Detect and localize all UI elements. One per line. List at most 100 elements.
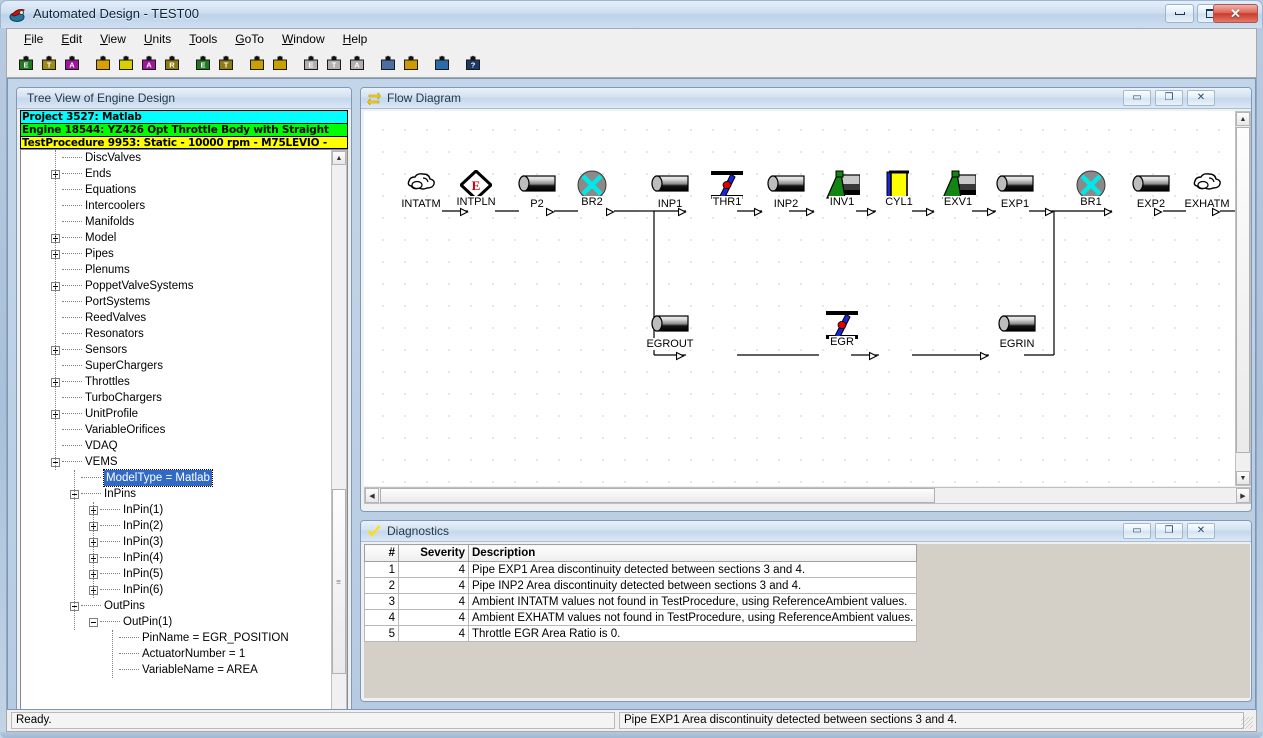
menu-item-units[interactable]: Units [135,30,180,48]
design-wizard-icon[interactable] [400,52,422,74]
diagnostics-table[interactable]: # Severity Description 1 4 Pipe EXP1 Area di… [364,544,918,642]
flow-scroll-right-button[interactable]: ▶ [1236,488,1250,503]
tree-node-poppetvalvesystems[interactable]: PoppetValveSystems [21,278,329,294]
tree-node-inpin-6-[interactable]: InPin(6) [21,582,329,598]
save-test-icon[interactable]: T [323,52,345,74]
flow-diagram-icon[interactable] [377,52,399,74]
flow-node-inp1[interactable]: INP1 [650,172,690,210]
flow-node-exv1[interactable]: EXV1 [940,170,977,208]
window-resize-grip[interactable] [1241,717,1253,729]
tree-node-inpin-1-[interactable]: InPin(1) [21,502,329,518]
run-batch-icon[interactable] [115,52,137,74]
flow-node-egrout[interactable]: EGROUT [645,312,695,350]
minimize-button[interactable] [1165,4,1194,23]
tree-scroll-thumb[interactable]: ≡ [332,489,346,674]
diagnostics-col-severity[interactable]: Severity [398,544,469,562]
menu-item-help[interactable]: Help [334,30,377,48]
flow-node-cyl1[interactable]: CYL1 [884,170,914,208]
open-analysis-icon[interactable]: A [61,52,83,74]
tree-node-variableorifices[interactable]: VariableOrifices [21,422,329,438]
flow-maximize-button[interactable]: ❐ [1155,90,1183,106]
analysis-results-icon[interactable]: A [138,52,160,74]
flow-node-egr[interactable]: EGR [825,310,859,348]
tree-node-inpin-3-[interactable]: InPin(3) [21,534,329,550]
save-engine-icon[interactable]: E [300,52,322,74]
flow-node-egrin[interactable]: EGRIN [997,312,1037,350]
flow-node-br1[interactable]: BR1 [1076,170,1106,208]
flow-close-button[interactable]: ✕ [1187,90,1215,106]
chart-icon[interactable] [431,52,453,74]
open-engine-icon[interactable]: E [15,52,37,74]
banner-engine[interactable]: Engine 18544: YZ426 Opt Throttle Body wi… [20,123,348,136]
flow-minimize-button[interactable]: ▭ [1123,90,1151,106]
tree-node-intercoolers[interactable]: Intercoolers [21,198,329,214]
menu-item-goto[interactable]: GoTo [226,30,273,48]
tree-node-sensors[interactable]: Sensors [21,342,329,358]
flow-node-br2[interactable]: BR2 [577,170,607,208]
menu-item-view[interactable]: View [91,30,135,48]
tree-node-turbochargers[interactable]: TurboChargers [21,390,329,406]
tree-node-resonators[interactable]: Resonators [21,326,329,342]
flow-list-icon[interactable] [269,52,291,74]
flow-vscroll-thumb[interactable] [1236,127,1250,453]
test-list-icon[interactable]: T [215,52,237,74]
tree-node-ends[interactable]: Ends [21,166,329,182]
tree-node-vdaq[interactable]: VDAQ [21,438,329,454]
tree-node-model[interactable]: Model [21,230,329,246]
tree-node-pinname-egr-position[interactable]: PinName = EGR_POSITION [21,630,329,646]
diagnostics-row[interactable]: 3 4 Ambient INTATM values not found in Tes… [364,593,918,610]
diagnostics-list-icon[interactable] [246,52,268,74]
tree-node-superchargers[interactable]: SuperChargers [21,358,329,374]
menu-item-window[interactable]: Window [273,30,334,48]
tree-node-inpin-4-[interactable]: InPin(4) [21,550,329,566]
banner-project[interactable]: Project 3527: Matlab [20,110,348,123]
diag-close-button[interactable]: ✕ [1187,523,1215,539]
flow-node-intatm[interactable]: INTATM [400,172,442,210]
tree-node-portsystems[interactable]: PortSystems [21,294,329,310]
diagnostics-row[interactable]: 2 4 Pipe INP2 Area discontinuity detected … [364,577,918,594]
tree-node-outpins[interactable]: OutPins [21,598,329,614]
tree-node-actuatornumber-1[interactable]: ActuatorNumber = 1 [21,646,329,662]
tree-node-modeltype-matlab[interactable]: ModelType = Matlab [21,469,329,487]
collapse-minus-icon[interactable] [89,618,98,627]
save-analysis-icon[interactable]: A [346,52,368,74]
flow-scroll-down-button[interactable]: ▼ [1236,471,1250,485]
diagnostics-col-number[interactable]: # [364,544,399,562]
close-button[interactable]: ✕ [1213,4,1258,23]
flow-vertical-scrollbar[interactable]: ▲ ▼ [1235,111,1251,486]
banner-testprocedure[interactable]: TestProcedure 9953: Static - 10000 rpm -… [20,136,348,149]
tree-vertical-scrollbar[interactable]: ▲ ≡ ▼ [331,150,347,709]
tree-node-unitprofile[interactable]: UnitProfile [21,406,329,422]
flow-node-intpln[interactable]: E INTPLN [455,168,497,208]
flow-horizontal-scrollbar[interactable]: ◀ ▶ [364,487,1251,504]
tree-node-inpin-5-[interactable]: InPin(5) [21,566,329,582]
tree-node-inpin-2-[interactable]: InPin(2) [21,518,329,534]
flow-node-p2[interactable]: P2 [517,172,557,210]
flow-diagram-canvas[interactable]: INTATM E INTPLN P2 BR2 INP1 THR1 INP2 INV1 CYL1 EX… [364,111,1236,486]
menu-item-tools[interactable]: Tools [180,30,226,48]
tree-node-inpins[interactable]: InPins [21,486,329,502]
flow-scroll-left-button[interactable]: ◀ [365,488,379,503]
flow-scroll-up-button[interactable]: ▲ [1236,112,1250,126]
run-icon[interactable] [92,52,114,74]
menu-item-edit[interactable]: Edit [52,30,91,48]
diagnostics-row[interactable]: 5 4 Throttle EGR Area Ratio is 0. [364,625,918,642]
tree-node-outpin-1-[interactable]: OutPin(1) [21,614,329,630]
tree-node-manifolds[interactable]: Manifolds [21,214,329,230]
tree-scroll-up-button[interactable]: ▲ [332,151,346,165]
tree-node-reedvalves[interactable]: ReedValves [21,310,329,326]
help-icon[interactable]: ? [462,52,484,74]
tree-view[interactable]: DiscValves Ends Equations Intercoolers Manif… [20,149,348,709]
flow-hscroll-thumb[interactable] [380,488,935,503]
diag-minimize-button[interactable]: ▭ [1123,523,1151,539]
flow-node-exp1[interactable]: EXP1 [995,172,1035,210]
tree-node-pipes[interactable]: Pipes [21,246,329,262]
tree-node-throttles[interactable]: Throttles [21,374,329,390]
diagnostics-row[interactable]: 1 4 Pipe EXP1 Area discontinuity detected … [364,561,918,578]
tree-node-plenums[interactable]: Plenums [21,262,329,278]
tree-node-vems[interactable]: VEMS [21,454,329,470]
tree-node-equations[interactable]: Equations [21,182,329,198]
report-icon[interactable]: R [161,52,183,74]
menu-item-file[interactable]: File [15,30,52,48]
flow-node-inv1[interactable]: INV1 [824,170,861,208]
